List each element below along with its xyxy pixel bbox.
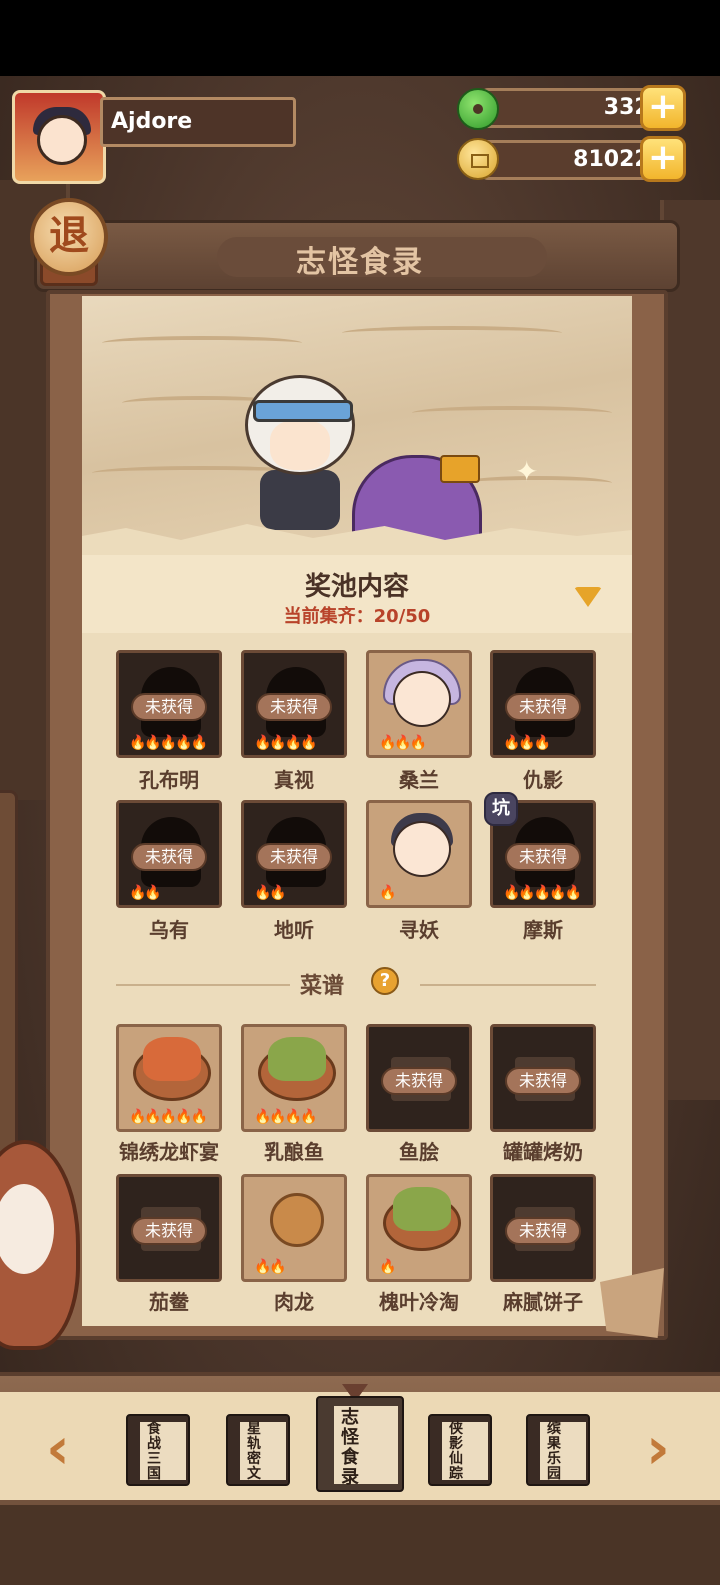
character-face	[393, 821, 451, 877]
section-divider-left	[116, 984, 290, 986]
jade-icon	[457, 88, 499, 130]
coin-icon	[457, 138, 499, 180]
rarity-flames: 🔥🔥	[129, 885, 162, 901]
recipe-name: 罐罐烤奶	[503, 1140, 583, 1164]
recipes-title: 菜谱	[300, 974, 345, 999]
status-bar	[0, 0, 720, 76]
locked-badge: 未获得	[505, 1217, 581, 1245]
character-card[interactable]: 未获得 🔥🔥🔥🔥🔥	[116, 650, 222, 758]
recipe-name: 肉龙	[274, 1290, 314, 1314]
book-tab[interactable]: 食战三国	[126, 1414, 190, 1486]
rarity-flames: 🔥🔥🔥	[503, 735, 551, 751]
rarity-flames: 🔥🔥🔥🔥🔥	[129, 1109, 208, 1125]
banner-character-2-bow	[440, 455, 480, 483]
recipe-name: 鱼脍	[399, 1140, 439, 1164]
dish-image	[393, 1187, 451, 1231]
book-tab[interactable]: 缤果乐园	[526, 1414, 590, 1486]
pool-title: 奖池内容	[304, 572, 409, 602]
rarity-flames: 🔥🔥	[254, 885, 287, 901]
dish-image	[270, 1193, 324, 1247]
recipe-card[interactable]: 🔥🔥🔥🔥	[241, 1024, 347, 1132]
prev-book-arrow[interactable]: ‹	[36, 1419, 80, 1480]
book-label: 侠影仙踪	[449, 1421, 463, 1482]
rarity-flames: 🔥🔥🔥🔥🔥	[129, 735, 208, 751]
character-card[interactable]: 未获得 🔥🔥	[241, 800, 347, 908]
rarity-flames: 🔥	[379, 885, 396, 901]
character-name: 乌有	[149, 918, 189, 942]
character-card[interactable]: 🔥🔥🔥	[366, 650, 472, 758]
character-name: 真视	[274, 768, 314, 792]
rarity-flames: 🔥🔥🔥🔥	[254, 735, 318, 751]
book-label: 缤果乐园	[547, 1421, 561, 1482]
locked-badge: 未获得	[256, 693, 332, 721]
player-avatar[interactable]	[12, 90, 106, 184]
book-label: 食战三国	[147, 1421, 161, 1482]
locked-badge: 未获得	[131, 843, 207, 871]
locked-badge: 未获得	[131, 693, 207, 721]
avatar-face	[37, 115, 87, 165]
back-button[interactable]: 退	[30, 198, 108, 276]
locked-badge: 未获得	[505, 1067, 581, 1095]
recipe-card[interactable]: 🔥🔥🔥🔥🔥	[116, 1024, 222, 1132]
character-card[interactable]: 未获得 🔥🔥	[116, 800, 222, 908]
sparkle-icon: ✦	[515, 455, 539, 488]
background-cabinet-right	[660, 200, 720, 1100]
section-divider-right	[420, 984, 596, 986]
rarity-flames: 🔥🔥🔥🔥🔥	[503, 885, 582, 901]
pit-badge: 坑	[484, 792, 518, 826]
dish-image	[143, 1037, 201, 1081]
character-name: 寻妖	[399, 918, 439, 942]
locked-badge: 未获得	[505, 843, 581, 871]
banner-character-1-face	[270, 420, 330, 470]
recipe-card[interactable]: 未获得	[366, 1024, 472, 1132]
recipe-name: 茄鲞	[149, 1290, 189, 1314]
next-book-arrow[interactable]: ›	[636, 1419, 680, 1480]
book-label: 星轨密文	[247, 1421, 261, 1482]
character-card[interactable]: 未获得 🔥🔥🔥	[490, 650, 596, 758]
character-name: 桑兰	[399, 768, 439, 792]
locked-badge: 未获得	[131, 1217, 207, 1245]
rarity-flames: 🔥🔥🔥	[379, 735, 427, 751]
recipe-card[interactable]: 未获得	[490, 1174, 596, 1282]
recipe-card[interactable]: 🔥	[366, 1174, 472, 1282]
recipe-name: 麻腻饼子	[503, 1290, 583, 1314]
recipe-card[interactable]: 未获得	[116, 1174, 222, 1282]
locked-badge: 未获得	[256, 843, 332, 871]
character-card[interactable]: 未获得 🔥🔥🔥🔥	[241, 650, 347, 758]
locked-badge: 未获得	[505, 693, 581, 721]
book-tab[interactable]: 星轨密文	[226, 1414, 290, 1486]
character-card[interactable]: 🔥	[366, 800, 472, 908]
book-tab[interactable]: 侠影仙踪	[428, 1414, 492, 1486]
banner-character-1-body	[260, 470, 340, 530]
recipe-card[interactable]: 未获得	[490, 1024, 596, 1132]
bottom-bar	[0, 1505, 720, 1585]
character-name: 地听	[274, 918, 314, 942]
recipe-card[interactable]: 🔥🔥	[241, 1174, 347, 1282]
add-jade-button[interactable]: +	[640, 85, 686, 131]
player-name: Ajdore	[100, 97, 296, 147]
recipe-name: 乳酿鱼	[264, 1140, 324, 1164]
title-bar: 志怪食录	[34, 220, 680, 292]
character-name: 摩斯	[523, 918, 563, 942]
pool-progress: 当前集齐：20/50	[283, 606, 431, 627]
book-tab-active[interactable]: 志怪食录	[316, 1396, 404, 1492]
recipe-name: 锦绣龙虾宴	[119, 1140, 219, 1164]
help-icon[interactable]: ?	[371, 967, 399, 995]
character-name: 孔布明	[139, 768, 199, 792]
page-title: 志怪食录	[296, 245, 424, 280]
character-name: 仇影	[523, 768, 563, 792]
rarity-flames: 🔥🔥	[254, 1259, 287, 1275]
locked-badge: 未获得	[381, 1067, 457, 1095]
add-coins-button[interactable]: +	[640, 136, 686, 182]
character-face	[393, 671, 451, 727]
rarity-flames: 🔥	[379, 1259, 396, 1275]
banner-character-1-glasses	[253, 400, 353, 422]
recipe-name: 槐叶冷淘	[379, 1290, 459, 1314]
rarity-flames: 🔥🔥🔥🔥	[254, 1109, 318, 1125]
dish-image	[268, 1037, 326, 1081]
book-label: 志怪食录	[341, 1407, 359, 1488]
